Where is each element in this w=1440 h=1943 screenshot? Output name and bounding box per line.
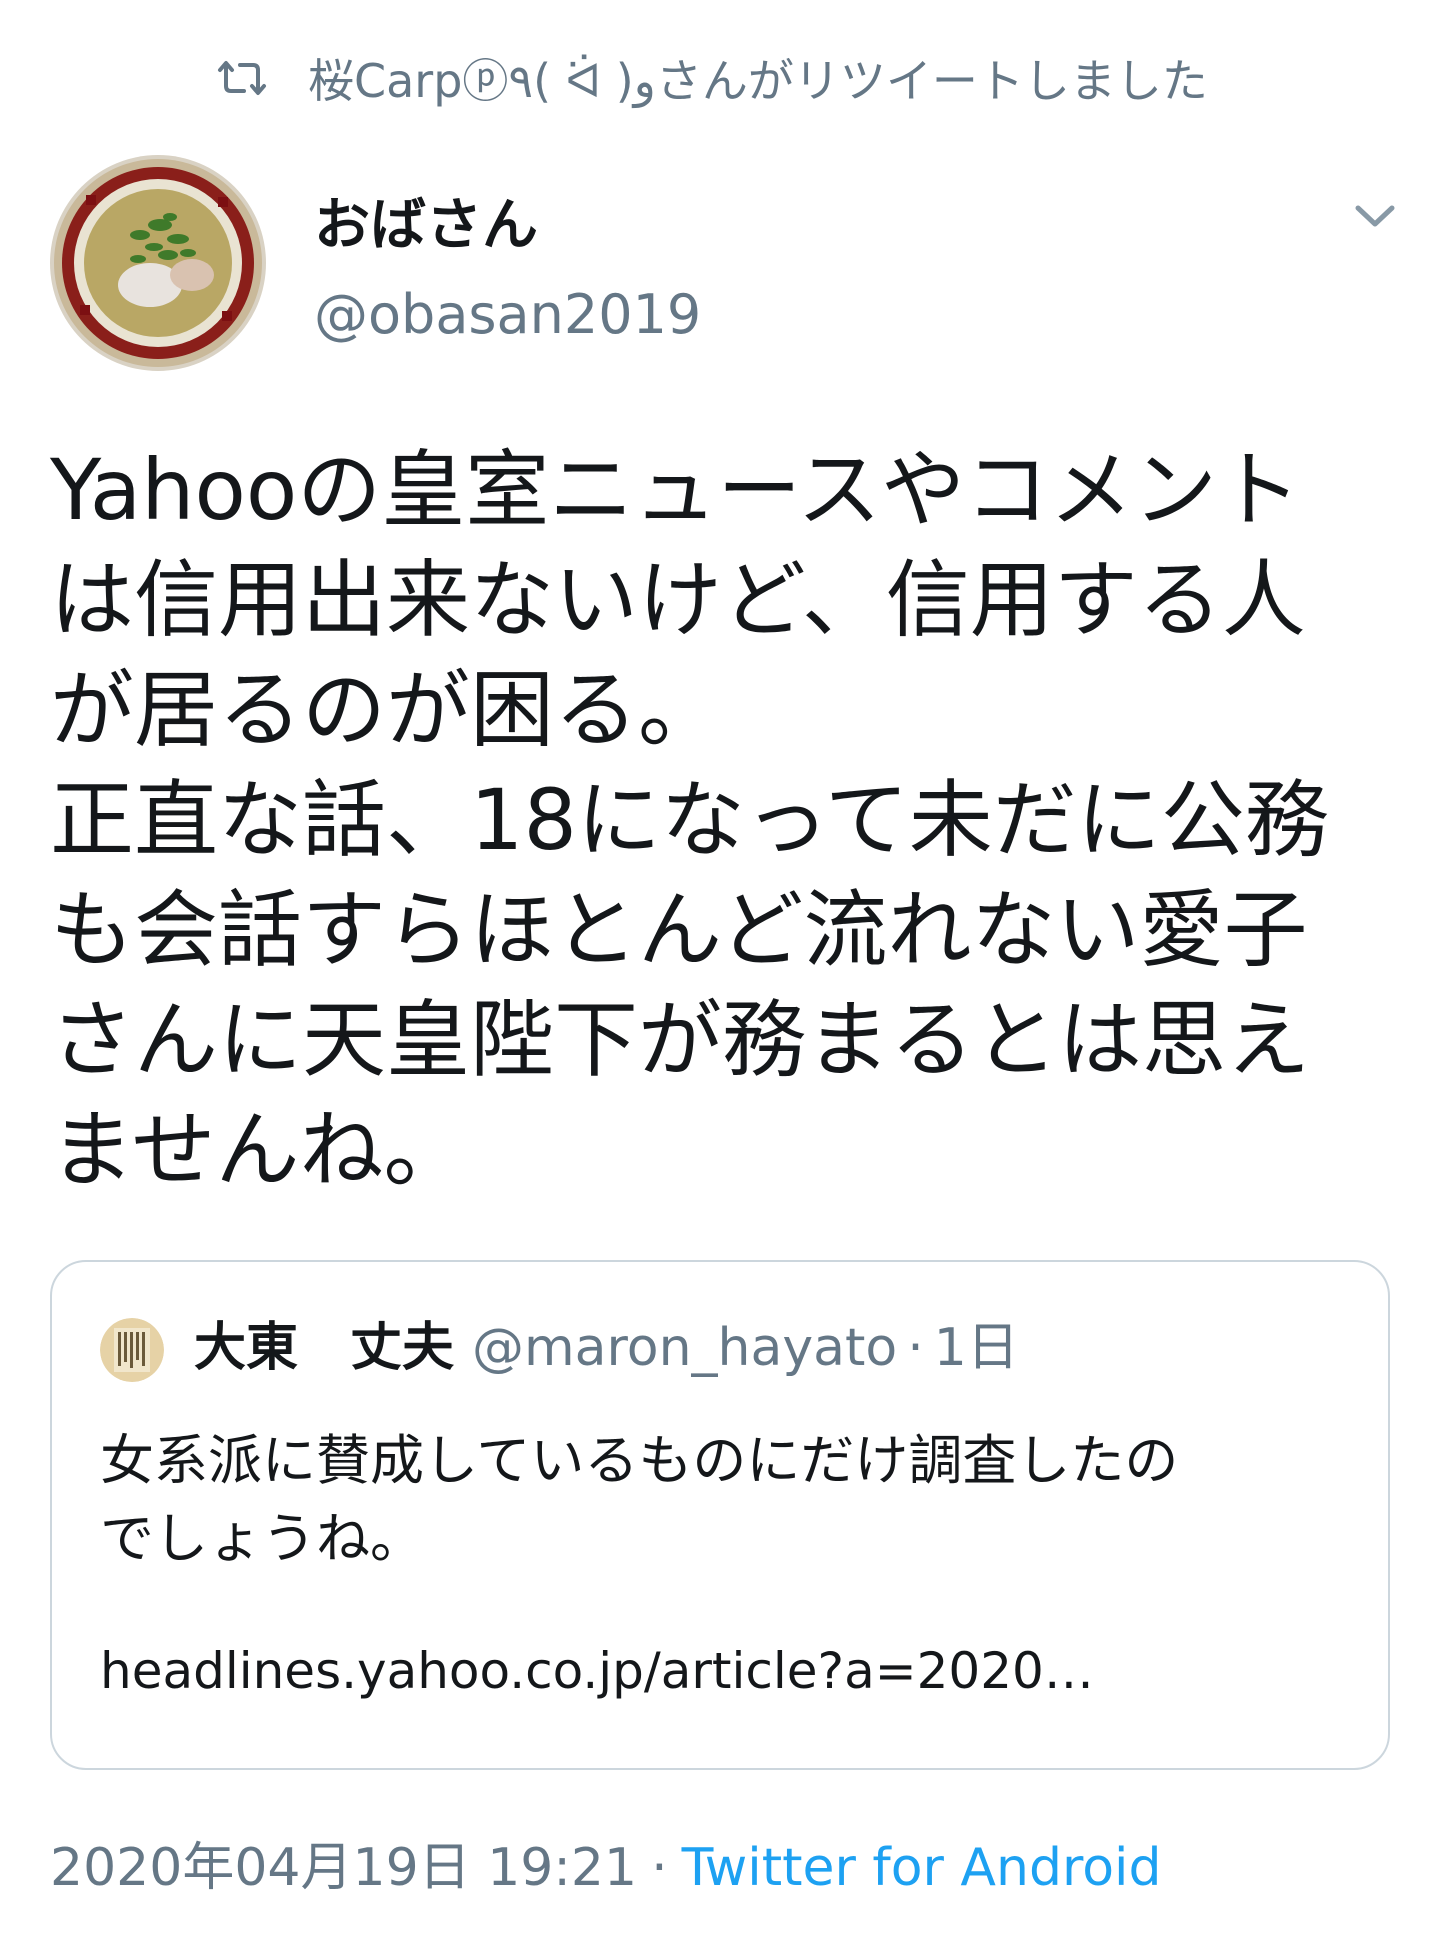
tweet-text: Yahooの皇室ニュースやコメント は信用出来ないけど、信用する人 が居るのが困… (50, 441, 1329, 1199)
tweet-metadata: 2020年04月19日 19:21 · Twitter for Android (50, 1825, 1161, 1900)
tweet-source-link[interactable]: Twitter for Android (682, 1838, 1162, 1898)
quoted-author-avatar[interactable] (100, 1318, 164, 1382)
author-avatar[interactable] (50, 155, 266, 371)
retweet-icon (212, 54, 272, 102)
ramen-bowl-avatar (50, 155, 266, 371)
retweet-header-text: 桜Carpⓟ٩( ᐛ )وさんがリツイートしました (308, 54, 1208, 108)
quoted-tweet-link[interactable]: headlines.yahoo.co.jp/article?a=2020… (100, 1642, 1094, 1700)
quoted-author-handle[interactable]: @maron_hayato (472, 1312, 897, 1384)
author-handle[interactable]: @obasan2019 (314, 283, 701, 346)
quoted-tweet-card[interactable]: 大東 丈夫 @maron_hayato · 1日 女系派に賛成しているものにだけ… (50, 1260, 1390, 1770)
retweet-header[interactable]: 桜Carpⓟ٩( ᐛ )وさんがリツイートしました (212, 48, 1208, 108)
quoted-header-separator: · (907, 1318, 924, 1378)
author-display-name[interactable]: おばさん (314, 180, 538, 261)
document-avatar (100, 1318, 164, 1382)
tweet-timestamp[interactable]: 2020年04月19日 19:21 (50, 1838, 637, 1898)
tweet-detail-page: 桜Carpⓟ٩( ᐛ )وさんがリツイートしました おばさん @obasan20… (0, 0, 1440, 1943)
quoted-author-name[interactable]: 大東 丈夫 (194, 1312, 454, 1384)
quoted-tweet-time[interactable]: 1日 (934, 1312, 1019, 1384)
chevron-down-icon[interactable] (1350, 196, 1400, 236)
footer-separator: · (651, 1838, 668, 1898)
quoted-tweet-header: 大東 丈夫 @maron_hayato · 1日 (194, 1312, 1019, 1384)
quoted-tweet-text: 女系派に賛成しているものにだけ調査したの でしょうね。 (100, 1429, 1179, 1570)
